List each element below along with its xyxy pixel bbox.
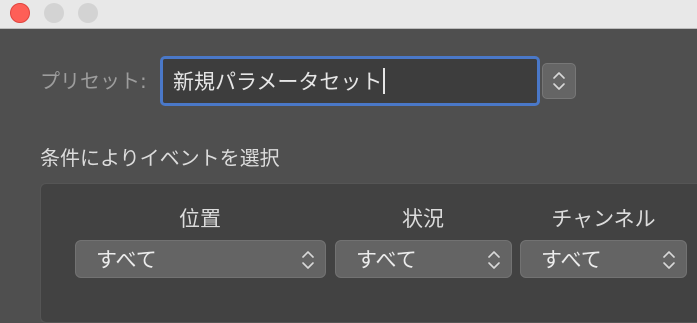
preset-name-field[interactable]: 新規パラメータセット xyxy=(160,56,540,106)
text-caret xyxy=(383,68,386,94)
preset-menu-button[interactable] xyxy=(542,63,576,99)
status-popup[interactable]: すべて xyxy=(335,240,512,278)
close-window-button[interactable] xyxy=(10,3,30,23)
zoom-window-button[interactable] xyxy=(78,3,98,23)
window-titlebar xyxy=(0,0,697,29)
position-popup[interactable]: すべて xyxy=(75,240,326,278)
preset-label: プリセット: xyxy=(40,69,147,93)
minimize-window-button[interactable] xyxy=(44,3,64,23)
preset-name-value: 新規パラメータセット xyxy=(173,70,383,94)
up-down-chevron-icon xyxy=(488,251,500,269)
status-header: 状況 xyxy=(402,207,444,231)
position-header: 位置 xyxy=(179,207,221,231)
position-popup-value: すべて xyxy=(96,248,157,272)
channel-popup-value: すべて xyxy=(541,248,602,272)
up-down-chevron-icon xyxy=(553,72,565,90)
up-down-chevron-icon xyxy=(302,251,314,269)
channel-popup[interactable]: すべて xyxy=(520,240,687,278)
status-popup-value: すべて xyxy=(356,248,417,272)
section-title: 条件によりイベントを選択 xyxy=(40,146,280,170)
channel-header: チャンネル xyxy=(551,207,656,231)
up-down-chevron-icon xyxy=(663,251,675,269)
